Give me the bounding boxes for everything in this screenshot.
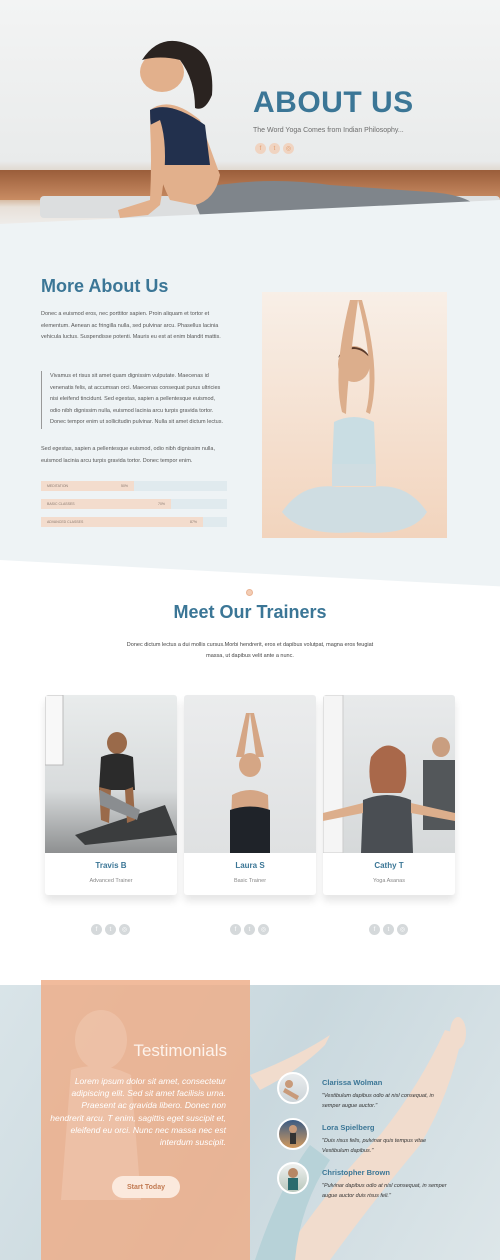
review-text: "Duis risus felis, pulvinar quis tempus … (322, 1138, 427, 1154)
twitter-icon[interactable]: t (244, 924, 255, 935)
facebook-icon[interactable]: f (230, 924, 241, 935)
reviewer-name: Lora Spielberg (322, 1123, 375, 1132)
trainer-role: Advanced Trainer (89, 878, 133, 884)
about-heading: More About Us (41, 276, 169, 296)
instagram-icon[interactable]: ◎ (397, 924, 408, 935)
skill-label: Advanced Classes (47, 520, 84, 524)
facebook-icon[interactable]: f (369, 924, 380, 935)
skill-label: Basic Classes (47, 502, 75, 506)
instagram-icon[interactable]: ◎ (258, 924, 269, 935)
twitter-icon[interactable]: t (269, 143, 280, 154)
skill-percent: 50% (121, 484, 129, 488)
testimonials-text: Lorem ipsum dolor sit amet, consectetur … (50, 1076, 226, 1148)
trainer-photo (45, 695, 177, 853)
trainer-social-links: f t ◎ (369, 924, 408, 935)
facebook-icon[interactable]: f (255, 143, 266, 154)
skill-bar-basic-classes: Basic Classes 70% (41, 499, 227, 509)
trainer-role: Yoga Asanas (373, 878, 405, 884)
instagram-icon[interactable]: ◎ (283, 143, 294, 154)
skill-bar-meditation: Meditation 50% (41, 481, 227, 491)
trainer-name: Cathy T (374, 861, 404, 870)
about-paragraph-2: Sed egestas, sapien a pellentesque euism… (41, 446, 215, 464)
start-today-button[interactable]: Start Today (112, 1176, 180, 1198)
review-text: "Pulvinar dapibus odio at nisl consequat… (322, 1183, 447, 1199)
trainer-social-links: f t ◎ (91, 924, 130, 935)
skill-percent: 87% (190, 520, 198, 524)
section-divider-icon (246, 589, 253, 596)
reviewer-name: Christopher Brown (322, 1168, 390, 1177)
trainers-heading: Meet Our Trainers (173, 602, 327, 622)
about-paragraph-1: Donec a euismod eros, nec porttitor sapi… (41, 311, 221, 340)
hero-social-links: f t ◎ (255, 143, 294, 154)
skill-percent: 70% (158, 502, 166, 506)
trainer-role: Basic Trainer (233, 878, 267, 884)
page-subtitle: The Word Yoga Comes from Indian Philosop… (253, 127, 404, 134)
testimonials-heading: Testimonials (133, 1041, 227, 1060)
instagram-icon[interactable]: ◎ (119, 924, 130, 935)
trainer-name: Travis B (95, 861, 127, 870)
twitter-icon[interactable]: t (105, 924, 116, 935)
trainer-social-links: f t ◎ (230, 924, 269, 935)
hero-section (0, 0, 500, 230)
reviewer-avatar (277, 1072, 309, 1104)
trainer-photo (323, 695, 455, 853)
trainers-description: Donec dictum lectus a dui mollis cursus.… (126, 642, 374, 659)
reviewer-name: Clarissa Wolman (322, 1078, 383, 1087)
trainer-photo (184, 695, 316, 853)
page-title: ABOUT US (253, 86, 414, 119)
reviewer-avatar (277, 1118, 309, 1150)
about-yoga-photo (262, 292, 447, 538)
trainer-name: Laura S (235, 861, 265, 870)
facebook-icon[interactable]: f (91, 924, 102, 935)
skill-bar-advanced-classes: Advanced Classes 87% (41, 517, 227, 527)
skill-label: Meditation (47, 484, 69, 488)
about-quote: Vivamus et risus sit amet quam dignissim… (41, 371, 227, 429)
twitter-icon[interactable]: t (383, 924, 394, 935)
reviewer-avatar (277, 1162, 309, 1194)
review-text: "Vestibulum dapibus odio at nisl consequ… (322, 1093, 434, 1109)
hero-yoga-person (118, 40, 488, 220)
